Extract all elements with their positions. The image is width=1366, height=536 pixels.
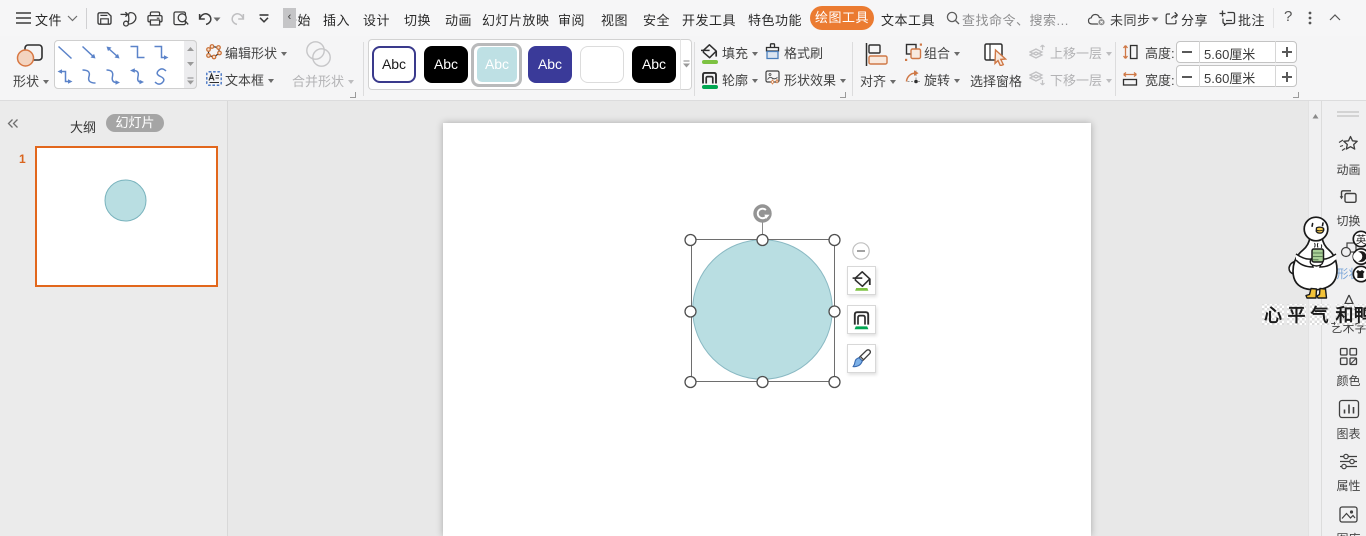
svg-text:心: 心 [1264,306,1282,326]
svg-text:鸭: 鸭 [1354,305,1366,326]
svg-text:气: 气 [1310,305,1329,326]
svg-text:平: 平 [1288,306,1306,326]
svg-text:英: 英 [1356,233,1366,246]
svg-text:和: 和 [1336,306,1354,326]
